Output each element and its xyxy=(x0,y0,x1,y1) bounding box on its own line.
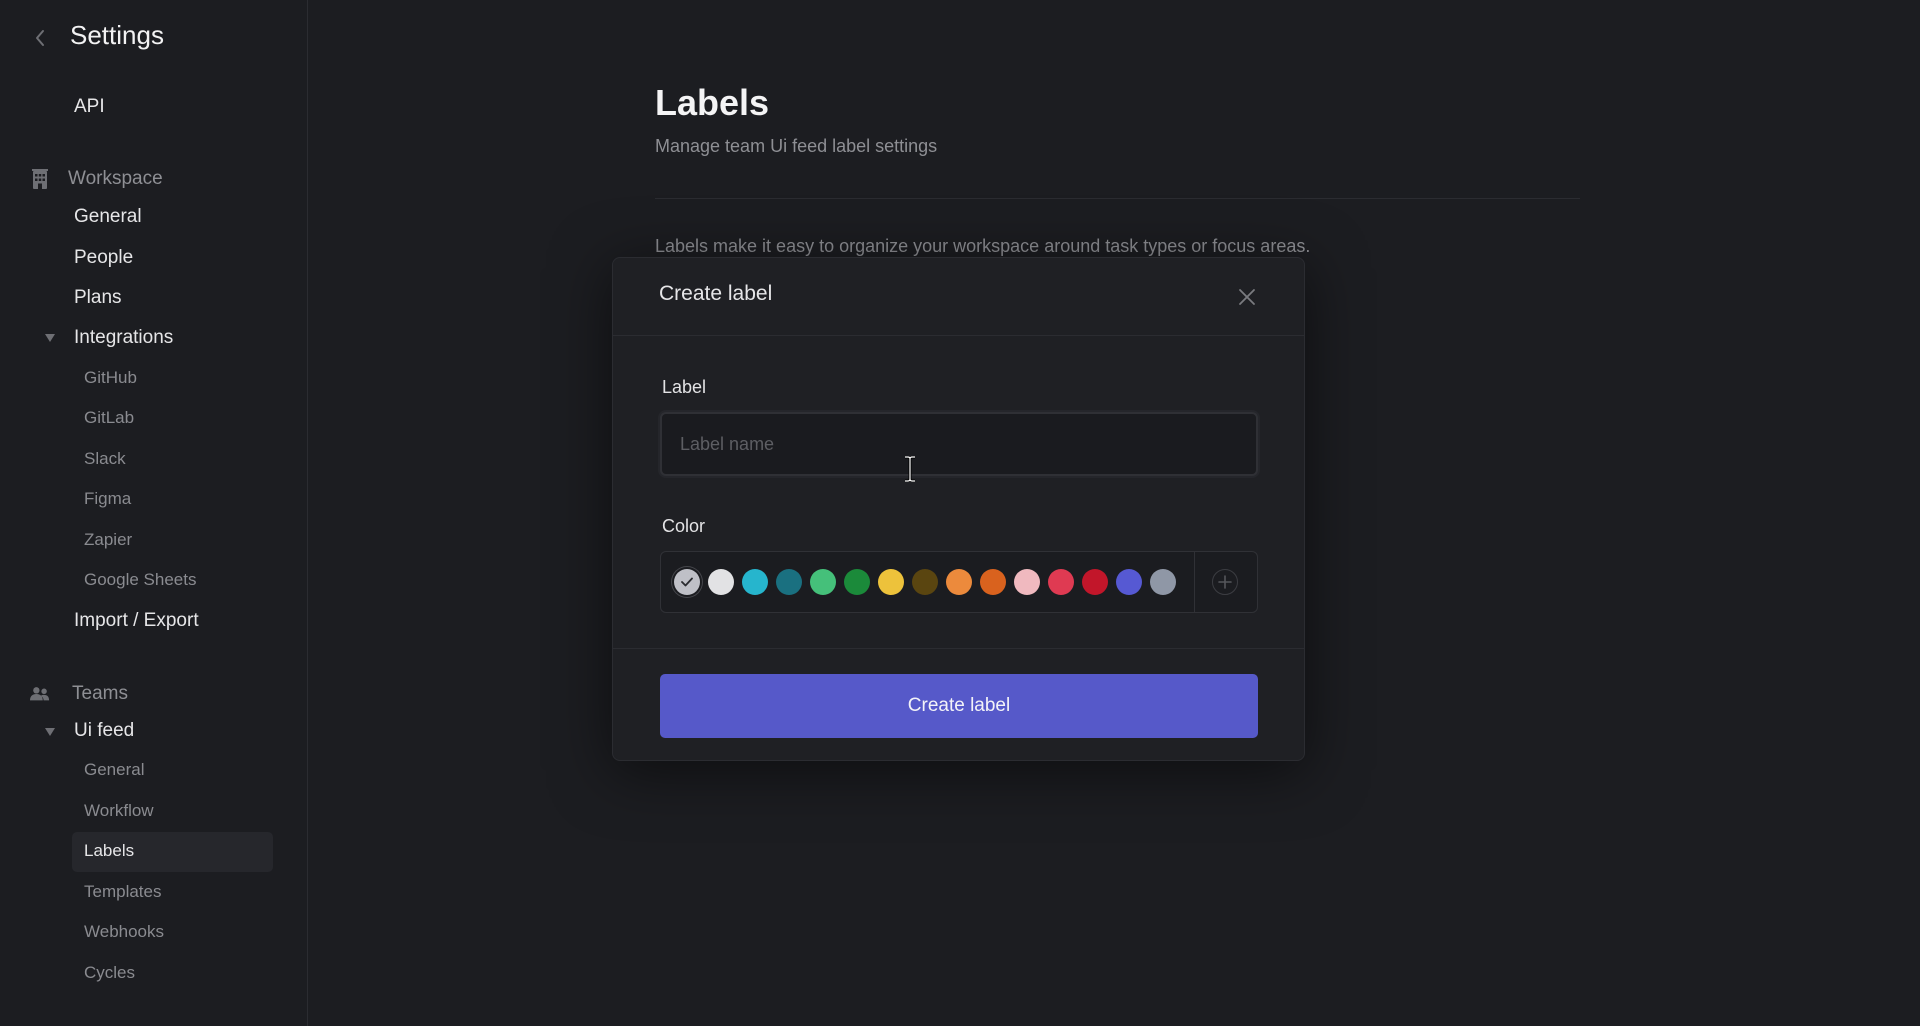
close-icon xyxy=(1239,289,1255,305)
sidebar-item-webhooks[interactable]: Webhooks xyxy=(84,922,164,942)
sidebar-section-label: Workspace xyxy=(68,168,163,189)
chevron-left-icon[interactable] xyxy=(30,28,50,48)
color-swatch[interactable] xyxy=(708,569,734,595)
sidebar-item-import-export[interactable]: Import / Export xyxy=(74,610,199,632)
sidebar-item-people[interactable]: People xyxy=(74,247,133,269)
color-swatch[interactable] xyxy=(742,569,768,595)
sidebar-item-gitlab[interactable]: GitLab xyxy=(84,408,134,428)
color-swatch[interactable] xyxy=(878,569,904,595)
page-description: Labels make it easy to organize your wor… xyxy=(655,236,1311,256)
label-name-input[interactable] xyxy=(660,412,1258,476)
caret-down-icon[interactable] xyxy=(44,332,56,344)
page-subtitle: Manage team Ui feed label settings xyxy=(655,136,938,156)
color-swatch[interactable] xyxy=(1048,569,1074,595)
divider xyxy=(655,198,1580,199)
color-swatch[interactable] xyxy=(1082,569,1108,595)
sidebar-section-label: Teams xyxy=(72,683,128,704)
building-icon xyxy=(30,169,50,189)
checkmark-icon xyxy=(681,577,693,587)
sidebar-section-teams: Teams xyxy=(30,683,128,705)
color-swatch[interactable] xyxy=(980,569,1006,595)
color-field-label: Color xyxy=(662,516,706,536)
close-button[interactable] xyxy=(1236,286,1258,308)
modal-title: Create label xyxy=(659,282,773,305)
color-swatch[interactable] xyxy=(946,569,972,595)
sidebar-item-google-sheets[interactable]: Google Sheets xyxy=(84,570,196,590)
color-swatch[interactable] xyxy=(776,569,802,595)
caret-down-icon[interactable] xyxy=(44,726,56,738)
sidebar-item-team-ui-feed[interactable]: Ui feed xyxy=(74,720,134,742)
sidebar-item-cycles[interactable]: Cycles xyxy=(84,963,135,983)
color-swatch[interactable] xyxy=(810,569,836,595)
sidebar-section-workspace: Workspace xyxy=(30,168,163,190)
sidebar-item-team-general[interactable]: General xyxy=(84,760,144,780)
sidebar-item-github[interactable]: GitHub xyxy=(84,368,137,388)
sidebar-item-templates[interactable]: Templates xyxy=(84,882,161,902)
sidebar-item-figma[interactable]: Figma xyxy=(84,489,131,509)
color-swatch[interactable] xyxy=(1014,569,1040,595)
color-picker xyxy=(660,551,1258,613)
sidebar-item-plans[interactable]: Plans xyxy=(74,287,122,309)
label-field-label: Label xyxy=(662,377,707,397)
sidebar-item-labels[interactable]: Labels xyxy=(84,841,134,861)
sidebar-title: Settings xyxy=(70,20,164,50)
sidebar-item-integrations[interactable]: Integrations xyxy=(74,327,173,349)
settings-sidebar: Settings API Workspace General People Pl… xyxy=(0,0,308,1026)
color-swatch[interactable] xyxy=(674,569,700,595)
create-label-button[interactable]: Create label xyxy=(660,674,1258,738)
color-swatch[interactable] xyxy=(912,569,938,595)
users-icon xyxy=(30,684,50,704)
color-swatch[interactable] xyxy=(844,569,870,595)
plus-icon xyxy=(1218,575,1232,589)
color-swatch[interactable] xyxy=(1116,569,1142,595)
create-label-modal: Create label Label Color Create label xyxy=(612,257,1305,761)
sidebar-item-zapier[interactable]: Zapier xyxy=(84,530,132,550)
page-title: Labels xyxy=(655,82,770,123)
sidebar-item-api[interactable]: API xyxy=(74,96,105,118)
color-swatch-list xyxy=(661,552,1195,612)
sidebar-item-workspace-general[interactable]: General xyxy=(74,206,142,228)
divider xyxy=(613,648,1304,649)
modal-header: Create label xyxy=(613,258,1304,336)
add-custom-color-button[interactable] xyxy=(1212,569,1238,595)
sidebar-item-workflow[interactable]: Workflow xyxy=(84,801,154,821)
sidebar-item-slack[interactable]: Slack xyxy=(84,449,126,469)
color-swatch[interactable] xyxy=(1150,569,1176,595)
